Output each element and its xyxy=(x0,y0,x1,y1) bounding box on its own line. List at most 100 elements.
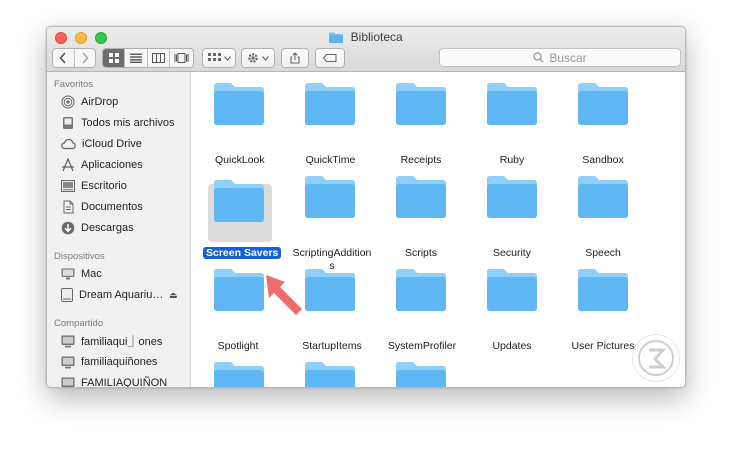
window-title: Biblioteca xyxy=(350,30,403,44)
folder-label-spotlight: Spotlight xyxy=(217,340,259,352)
sidebar-item-label: Documentos xyxy=(81,201,143,213)
icon-view-button[interactable] xyxy=(103,49,126,67)
downloads-icon xyxy=(61,221,75,235)
sidebar-item-label: Descargas xyxy=(81,222,134,234)
search-field[interactable]: Buscar xyxy=(439,48,681,67)
documents-icon xyxy=(63,200,74,214)
folder-quicktime[interactable] xyxy=(304,82,356,126)
folder-label-ruby: Ruby xyxy=(499,154,525,166)
folder-icon xyxy=(214,83,264,125)
folder-icon xyxy=(305,176,355,218)
tag-icon xyxy=(323,54,337,62)
folder-icon xyxy=(396,269,446,311)
sidebar-item-airdrop[interactable]: AirDrop xyxy=(61,94,118,110)
window-title-bar: Biblioteca xyxy=(47,30,685,44)
forward-button[interactable] xyxy=(75,49,96,67)
sidebar-item-desktop[interactable]: Escritorio xyxy=(61,178,127,194)
sidebar-item-label: Aplicaciones xyxy=(81,159,143,171)
sidebar-item-mac[interactable]: Mac xyxy=(61,266,102,282)
folder-label-security: Security xyxy=(493,247,531,259)
folder-icon xyxy=(214,269,264,311)
folder-startupitems[interactable] xyxy=(304,268,356,312)
folder-icon xyxy=(487,176,537,218)
folder-screen-savers[interactable] xyxy=(213,179,265,223)
toolbar: Biblioteca Buscar xyxy=(47,27,685,72)
chevron-down-icon xyxy=(262,55,269,61)
back-button[interactable] xyxy=(53,49,75,67)
folder-grid: QuickLook QuickTime Receipts Ruby Sandbo… xyxy=(191,72,685,387)
folder-label-user-pictures: User Pictures xyxy=(571,340,635,352)
sidebar-item-label: Mac xyxy=(81,268,102,280)
folder-label-scripts: Scripts xyxy=(404,247,438,259)
applications-icon xyxy=(62,158,74,172)
watermark-logo xyxy=(632,334,680,382)
finder-window: Biblioteca Buscar Favoritos AirDrop Todo… xyxy=(46,26,686,388)
folder-row4-3[interactable] xyxy=(395,361,447,387)
sidebar-item-applications[interactable]: Aplicaciones xyxy=(61,157,143,173)
sidebar-item-icloud[interactable]: iCloud Drive xyxy=(61,136,142,152)
folder-sandbox[interactable] xyxy=(577,82,629,126)
sidebar-item-shared-2[interactable]: familiaquiñones xyxy=(61,354,157,370)
folder-systemprofiler[interactable] xyxy=(395,268,447,312)
sidebar: Favoritos AirDrop Todos mis archivos iCl… xyxy=(47,72,191,387)
folder-speech[interactable] xyxy=(577,175,629,219)
sidebar-item-dream-aquarium[interactable]: Dream Aquariu… xyxy=(61,287,163,303)
chevron-right-icon xyxy=(82,52,89,64)
folder-row4-1[interactable] xyxy=(213,361,265,387)
folder-icon xyxy=(305,362,355,387)
search-placeholder: Buscar xyxy=(549,50,587,65)
sidebar-item-shared-1[interactable]: familiaqui⏌ones xyxy=(61,333,162,349)
folder-icon xyxy=(329,32,344,44)
folder-icon xyxy=(487,83,537,125)
monitor-icon xyxy=(61,335,75,347)
chevron-down-icon xyxy=(223,55,231,61)
column-view-icon xyxy=(151,53,165,63)
folder-spotlight[interactable] xyxy=(213,268,265,312)
sidebar-item-shared-3[interactable]: FAMILIAQUIÑON xyxy=(61,375,168,388)
folder-scriptingadditions[interactable] xyxy=(304,175,356,219)
folder-label-quicklook: QuickLook xyxy=(215,154,265,166)
folder-icon xyxy=(578,83,628,125)
computer-icon xyxy=(61,268,75,280)
folder-label-startupitems: StartupItems xyxy=(302,340,362,352)
sidebar-item-all-files[interactable]: Todos mis archivos xyxy=(61,115,175,131)
arrange-button[interactable] xyxy=(202,48,236,68)
folder-label-screen-savers: Screen Savers xyxy=(203,247,282,259)
folder-icon xyxy=(396,83,446,125)
action-button[interactable] xyxy=(241,48,275,68)
share-button[interactable] xyxy=(281,48,309,68)
sidebar-item-label: familiaqui⏌ones xyxy=(81,336,163,348)
folder-updates[interactable] xyxy=(486,268,538,312)
folder-security[interactable] xyxy=(486,175,538,219)
list-view-button[interactable] xyxy=(125,49,148,67)
airdrop-icon xyxy=(61,95,75,109)
sidebar-section-devices: Dispositivos xyxy=(54,251,105,262)
search-icon xyxy=(533,52,545,63)
icon-view-icon xyxy=(108,53,119,63)
sidebar-item-documents[interactable]: Documentos xyxy=(61,199,143,215)
folder-icon xyxy=(396,362,446,387)
sidebar-item-label: familiaquiñones xyxy=(81,356,158,368)
folder-quicklook[interactable] xyxy=(213,82,265,126)
coverflow-view-button[interactable] xyxy=(170,49,193,67)
sidebar-item-label: FAMILIAQUIÑON xyxy=(81,377,168,388)
sidebar-item-label: Dream Aquariu… xyxy=(79,289,164,301)
folder-row4-2[interactable] xyxy=(304,361,356,387)
all-files-icon xyxy=(63,117,73,129)
view-mode-selector xyxy=(102,48,194,68)
column-view-button[interactable] xyxy=(148,49,170,67)
folder-ruby[interactable] xyxy=(486,82,538,126)
sidebar-item-downloads[interactable]: Descargas xyxy=(61,220,134,236)
eject-icon[interactable]: ⏏ xyxy=(169,290,178,301)
folder-icon xyxy=(396,176,446,218)
folder-user-pictures[interactable] xyxy=(577,268,629,312)
sidebar-section-shared: Compartido xyxy=(54,318,104,329)
chevron-left-icon xyxy=(59,52,66,64)
folder-icon xyxy=(578,176,628,218)
folder-receipts[interactable] xyxy=(395,82,447,126)
tag-button[interactable] xyxy=(315,48,345,68)
folder-icon xyxy=(214,362,264,387)
folder-scripts[interactable] xyxy=(395,175,447,219)
folder-icon xyxy=(305,83,355,125)
back-forward-buttons xyxy=(52,48,96,68)
